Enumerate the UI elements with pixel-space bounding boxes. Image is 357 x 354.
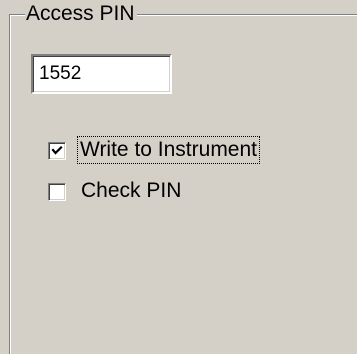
check-pin-checkbox[interactable]: [48, 183, 66, 201]
write-to-instrument-checkbox[interactable]: [48, 142, 66, 160]
access-pin-group-title: Access PIN: [25, 2, 137, 26]
check-pin-label[interactable]: Check PIN: [81, 179, 181, 203]
check-icon: [51, 145, 63, 155]
write-to-instrument-label[interactable]: Write to Instrument: [76, 136, 261, 164]
access-pin-input[interactable]: 1552: [31, 54, 172, 94]
